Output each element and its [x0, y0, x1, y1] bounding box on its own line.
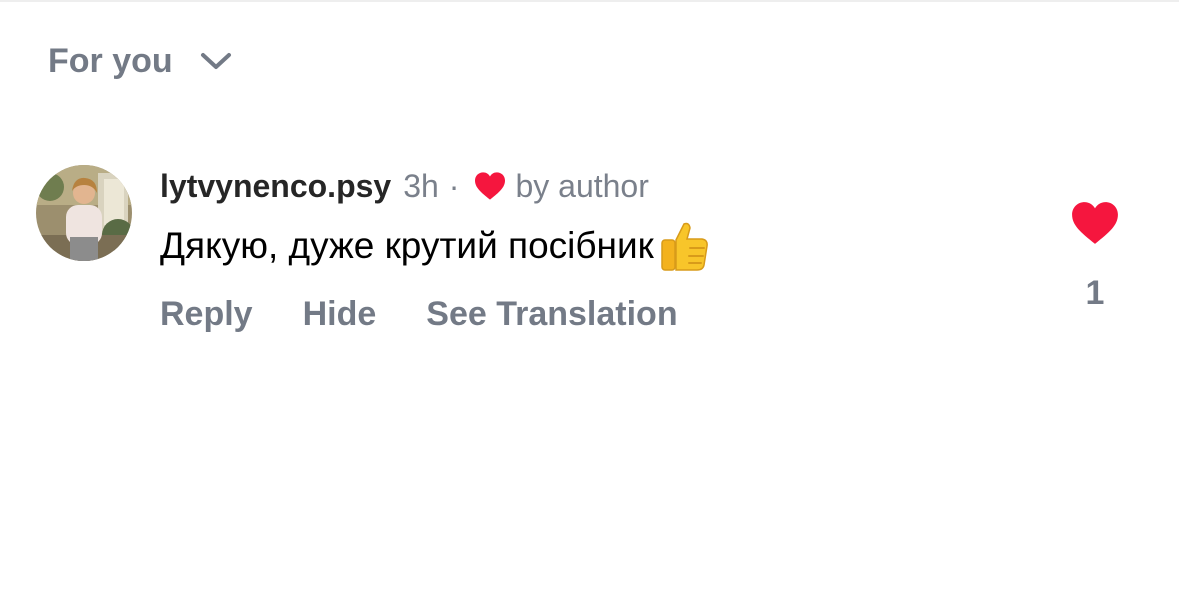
sort-dropdown[interactable]: For you — [48, 38, 233, 84]
like-count: 1 — [1085, 274, 1105, 312]
comment-text: Дякую, дуже крутий посібник — [160, 218, 712, 274]
hide-button[interactable]: Hide — [303, 295, 377, 334]
thumbs-up-emoji-icon — [656, 218, 712, 274]
separator-dot: · — [448, 167, 460, 204]
liked-by-author-label: by author — [515, 167, 649, 204]
like-heart-icon[interactable] — [1070, 200, 1120, 246]
comment-actions: Reply Hide See Translation — [160, 292, 678, 336]
sort-label: For you — [48, 41, 173, 80]
top-divider — [0, 0, 1179, 2]
username-link[interactable]: lytvynenco.psy — [160, 168, 391, 205]
avatar[interactable] — [36, 165, 132, 261]
chevron-down-icon — [199, 50, 233, 72]
see-translation-button[interactable]: See Translation — [426, 295, 677, 334]
like-column: 1 — [1060, 200, 1130, 313]
timestamp: 3h — [403, 167, 439, 204]
author-heart-icon — [473, 171, 507, 201]
reply-button[interactable]: Reply — [160, 295, 253, 334]
comment-body: Дякую, дуже крутий посібник — [160, 225, 654, 266]
comment-meta: lytvynenco.psy 3h · by author — [160, 164, 649, 208]
